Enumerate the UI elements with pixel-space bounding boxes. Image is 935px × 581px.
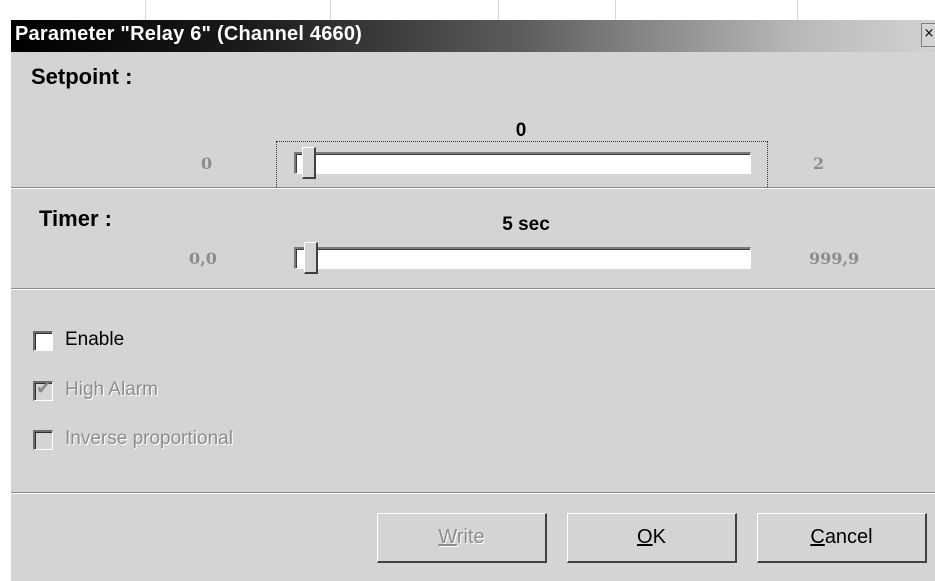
timer-min-label: 0,0 (189, 249, 217, 268)
enable-checkbox[interactable] (33, 331, 53, 351)
title-bar[interactable]: Parameter "Relay 6" (Channel 4660) × (11, 20, 935, 52)
inverse-proportional-checkbox[interactable] (33, 430, 53, 450)
cancel-button[interactable]: Cancel (757, 513, 927, 563)
close-icon: × (923, 26, 935, 41)
check-icon: ✔ (36, 378, 52, 399)
ok-button-label: K (652, 526, 666, 548)
setpoint-current-value: 0 (515, 120, 527, 141)
setpoint-slider-thumb[interactable] (302, 147, 316, 179)
timer-slider-thumb[interactable] (304, 242, 319, 274)
write-button-mnemonic: W (438, 526, 457, 548)
close-button[interactable]: × (921, 23, 935, 47)
timer-max-label: 999,9 (809, 249, 860, 268)
ok-button-mnemonic: O (637, 526, 653, 548)
write-button[interactable]: Write (377, 513, 547, 563)
setpoint-max-label: 2 (813, 154, 825, 173)
parameter-dialog: Parameter "Relay 6" (Channel 4660) × Set… (10, 20, 935, 581)
inverse-proportional-label: Inverse proportional (65, 428, 233, 449)
enable-label: Enable (65, 329, 125, 350)
ok-button[interactable]: OK (567, 513, 737, 563)
background-strip (0, 0, 935, 20)
timer-current-value: 5 sec (502, 214, 550, 235)
cancel-button-label: ancel (824, 526, 873, 548)
cancel-button-mnemonic: C (810, 526, 825, 548)
separator (11, 187, 935, 189)
separator (11, 492, 935, 494)
high-alarm-label: High Alarm (65, 379, 158, 400)
setpoint-min-label: 0 (201, 154, 213, 173)
setpoint-slider-track[interactable] (294, 152, 751, 174)
setpoint-label: Setpoint : (31, 64, 133, 89)
high-alarm-checkbox[interactable]: ✔ (33, 378, 53, 401)
timer-slider-track[interactable] (294, 247, 751, 269)
window-title: Parameter "Relay 6" (Channel 4660) (15, 23, 363, 45)
write-button-label: rite (456, 526, 485, 548)
timer-label: Timer : (39, 206, 112, 231)
separator (11, 288, 935, 290)
